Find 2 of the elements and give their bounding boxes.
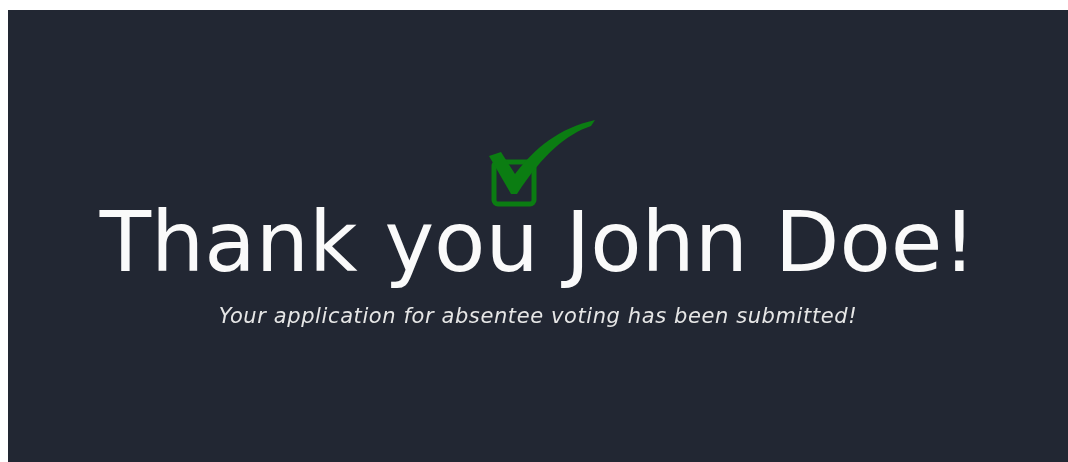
heading: Thank you John Doe! xyxy=(99,196,977,289)
message-text: Your application for absentee voting has been submitted! xyxy=(218,304,858,329)
